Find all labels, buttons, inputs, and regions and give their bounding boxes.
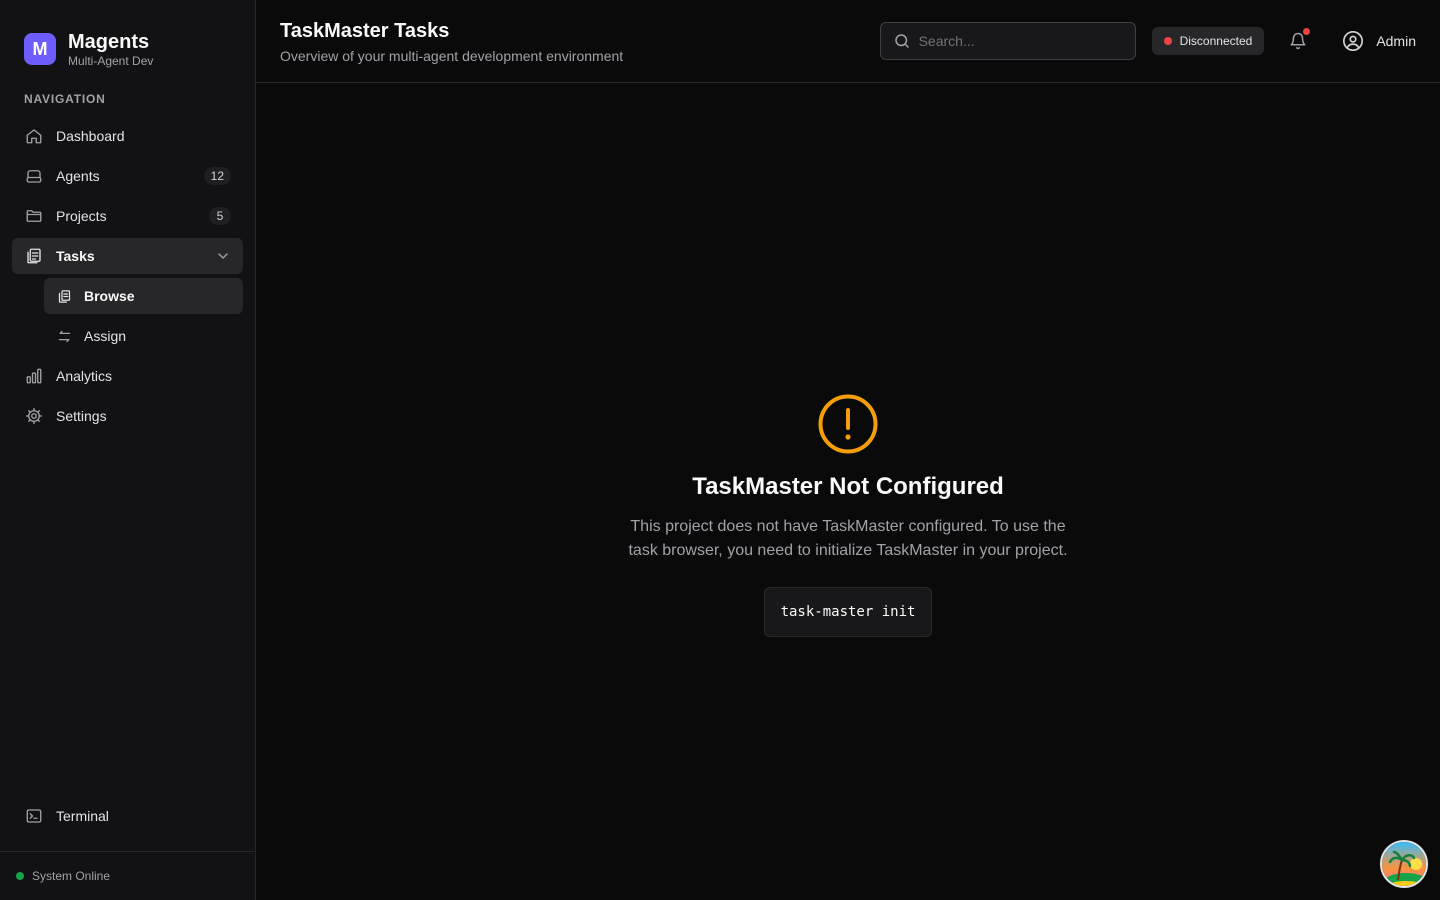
- sidebar-item-dashboard[interactable]: Dashboard: [12, 118, 243, 154]
- sidebar-item-settings[interactable]: Settings: [12, 398, 243, 434]
- user-circle-icon: [1342, 30, 1364, 52]
- sidebar-item-label: Settings: [56, 408, 107, 424]
- brand-subtitle: Multi-Agent Dev: [68, 54, 154, 68]
- user-menu[interactable]: Admin: [1342, 30, 1416, 52]
- count-badge: 12: [203, 167, 231, 185]
- sidebar-item-agents[interactable]: Agents 12: [12, 158, 243, 194]
- copy-icon: [56, 288, 72, 304]
- empty-state-description: This project does not have TaskMaster co…: [628, 517, 1068, 559]
- sidebar-item-label: Browse: [84, 288, 135, 304]
- notifications-button[interactable]: [1284, 27, 1312, 55]
- warning-icon: [817, 393, 879, 455]
- sidebar-item-label: Terminal: [56, 808, 109, 824]
- content-area: TaskMaster Not Configured This project d…: [256, 83, 1440, 900]
- system-status-text: System Online: [32, 869, 111, 883]
- search-input[interactable]: [918, 33, 1123, 49]
- sidebar-item-tasks[interactable]: Tasks: [12, 238, 243, 274]
- gear-icon: [24, 406, 44, 426]
- connection-status-badge: Disconnected: [1151, 27, 1265, 55]
- search-box[interactable]: [879, 22, 1136, 60]
- header: TaskMaster Tasks Overview of your multi-…: [256, 0, 1440, 83]
- brand-logo: M: [24, 33, 56, 65]
- status-dot: [1163, 37, 1172, 45]
- status-dot: [16, 872, 24, 880]
- sidebar-item-analytics[interactable]: Analytics: [12, 358, 243, 394]
- tasks-submenu: Browse Assign: [12, 278, 243, 354]
- brand[interactable]: M Magents Multi-Agent Dev: [0, 0, 255, 74]
- connection-status-text: Disconnected: [1179, 34, 1253, 48]
- sidebar-item-label: Tasks: [56, 248, 95, 264]
- sidebar-item-terminal[interactable]: Terminal: [12, 798, 243, 834]
- bar-chart-icon: [24, 366, 44, 386]
- arrows-icon: [56, 328, 72, 344]
- sidebar-subitem-assign[interactable]: Assign: [44, 318, 243, 354]
- sidebar-item-label: Analytics: [56, 368, 113, 384]
- user-name: Admin: [1376, 33, 1416, 49]
- sidebar-nav: Dashboard Agents 12 Projects 5 Tasks Bro…: [0, 118, 255, 438]
- sidebar-item-label: Agents: [56, 168, 100, 184]
- page-subtitle: Overview of your multi-agent development…: [280, 48, 624, 64]
- terminal-section: Terminal: [12, 798, 243, 838]
- count-badge: 5: [209, 207, 231, 225]
- notification-dot: [1303, 28, 1311, 35]
- system-status: System Online: [0, 851, 255, 900]
- sidebar-item-label: Dashboard: [56, 128, 125, 144]
- agents-icon: [24, 166, 44, 186]
- chevron-down-icon[interactable]: [215, 248, 231, 264]
- command-snippet[interactable]: task-master init: [763, 586, 933, 637]
- empty-state: TaskMaster Not Configured This project d…: [618, 393, 1078, 637]
- brand-name: Magents: [68, 31, 150, 53]
- app: M Magents Multi-Agent Dev NAVIGATION Das…: [0, 0, 1440, 900]
- main: TaskMaster Tasks Overview of your multi-…: [256, 0, 1440, 900]
- sidebar: M Magents Multi-Agent Dev NAVIGATION Das…: [0, 0, 256, 900]
- sidebar-item-projects[interactable]: Projects 5: [12, 198, 243, 234]
- clipboard-icon: [24, 246, 44, 266]
- sidebar-item-label: Projects: [56, 208, 107, 224]
- nav-heading: NAVIGATION: [24, 92, 106, 106]
- terminal-icon: [24, 806, 44, 826]
- search-icon: [893, 32, 911, 50]
- sidebar-subitem-browse[interactable]: Browse: [44, 278, 243, 314]
- folder-icon: [24, 206, 44, 226]
- assistant-avatar-button[interactable]: [1380, 840, 1428, 888]
- empty-state-title: TaskMaster Not Configured: [692, 472, 1004, 500]
- sidebar-item-label: Assign: [84, 328, 127, 344]
- page-title: TaskMaster Tasks: [280, 20, 450, 42]
- home-icon: [24, 126, 44, 146]
